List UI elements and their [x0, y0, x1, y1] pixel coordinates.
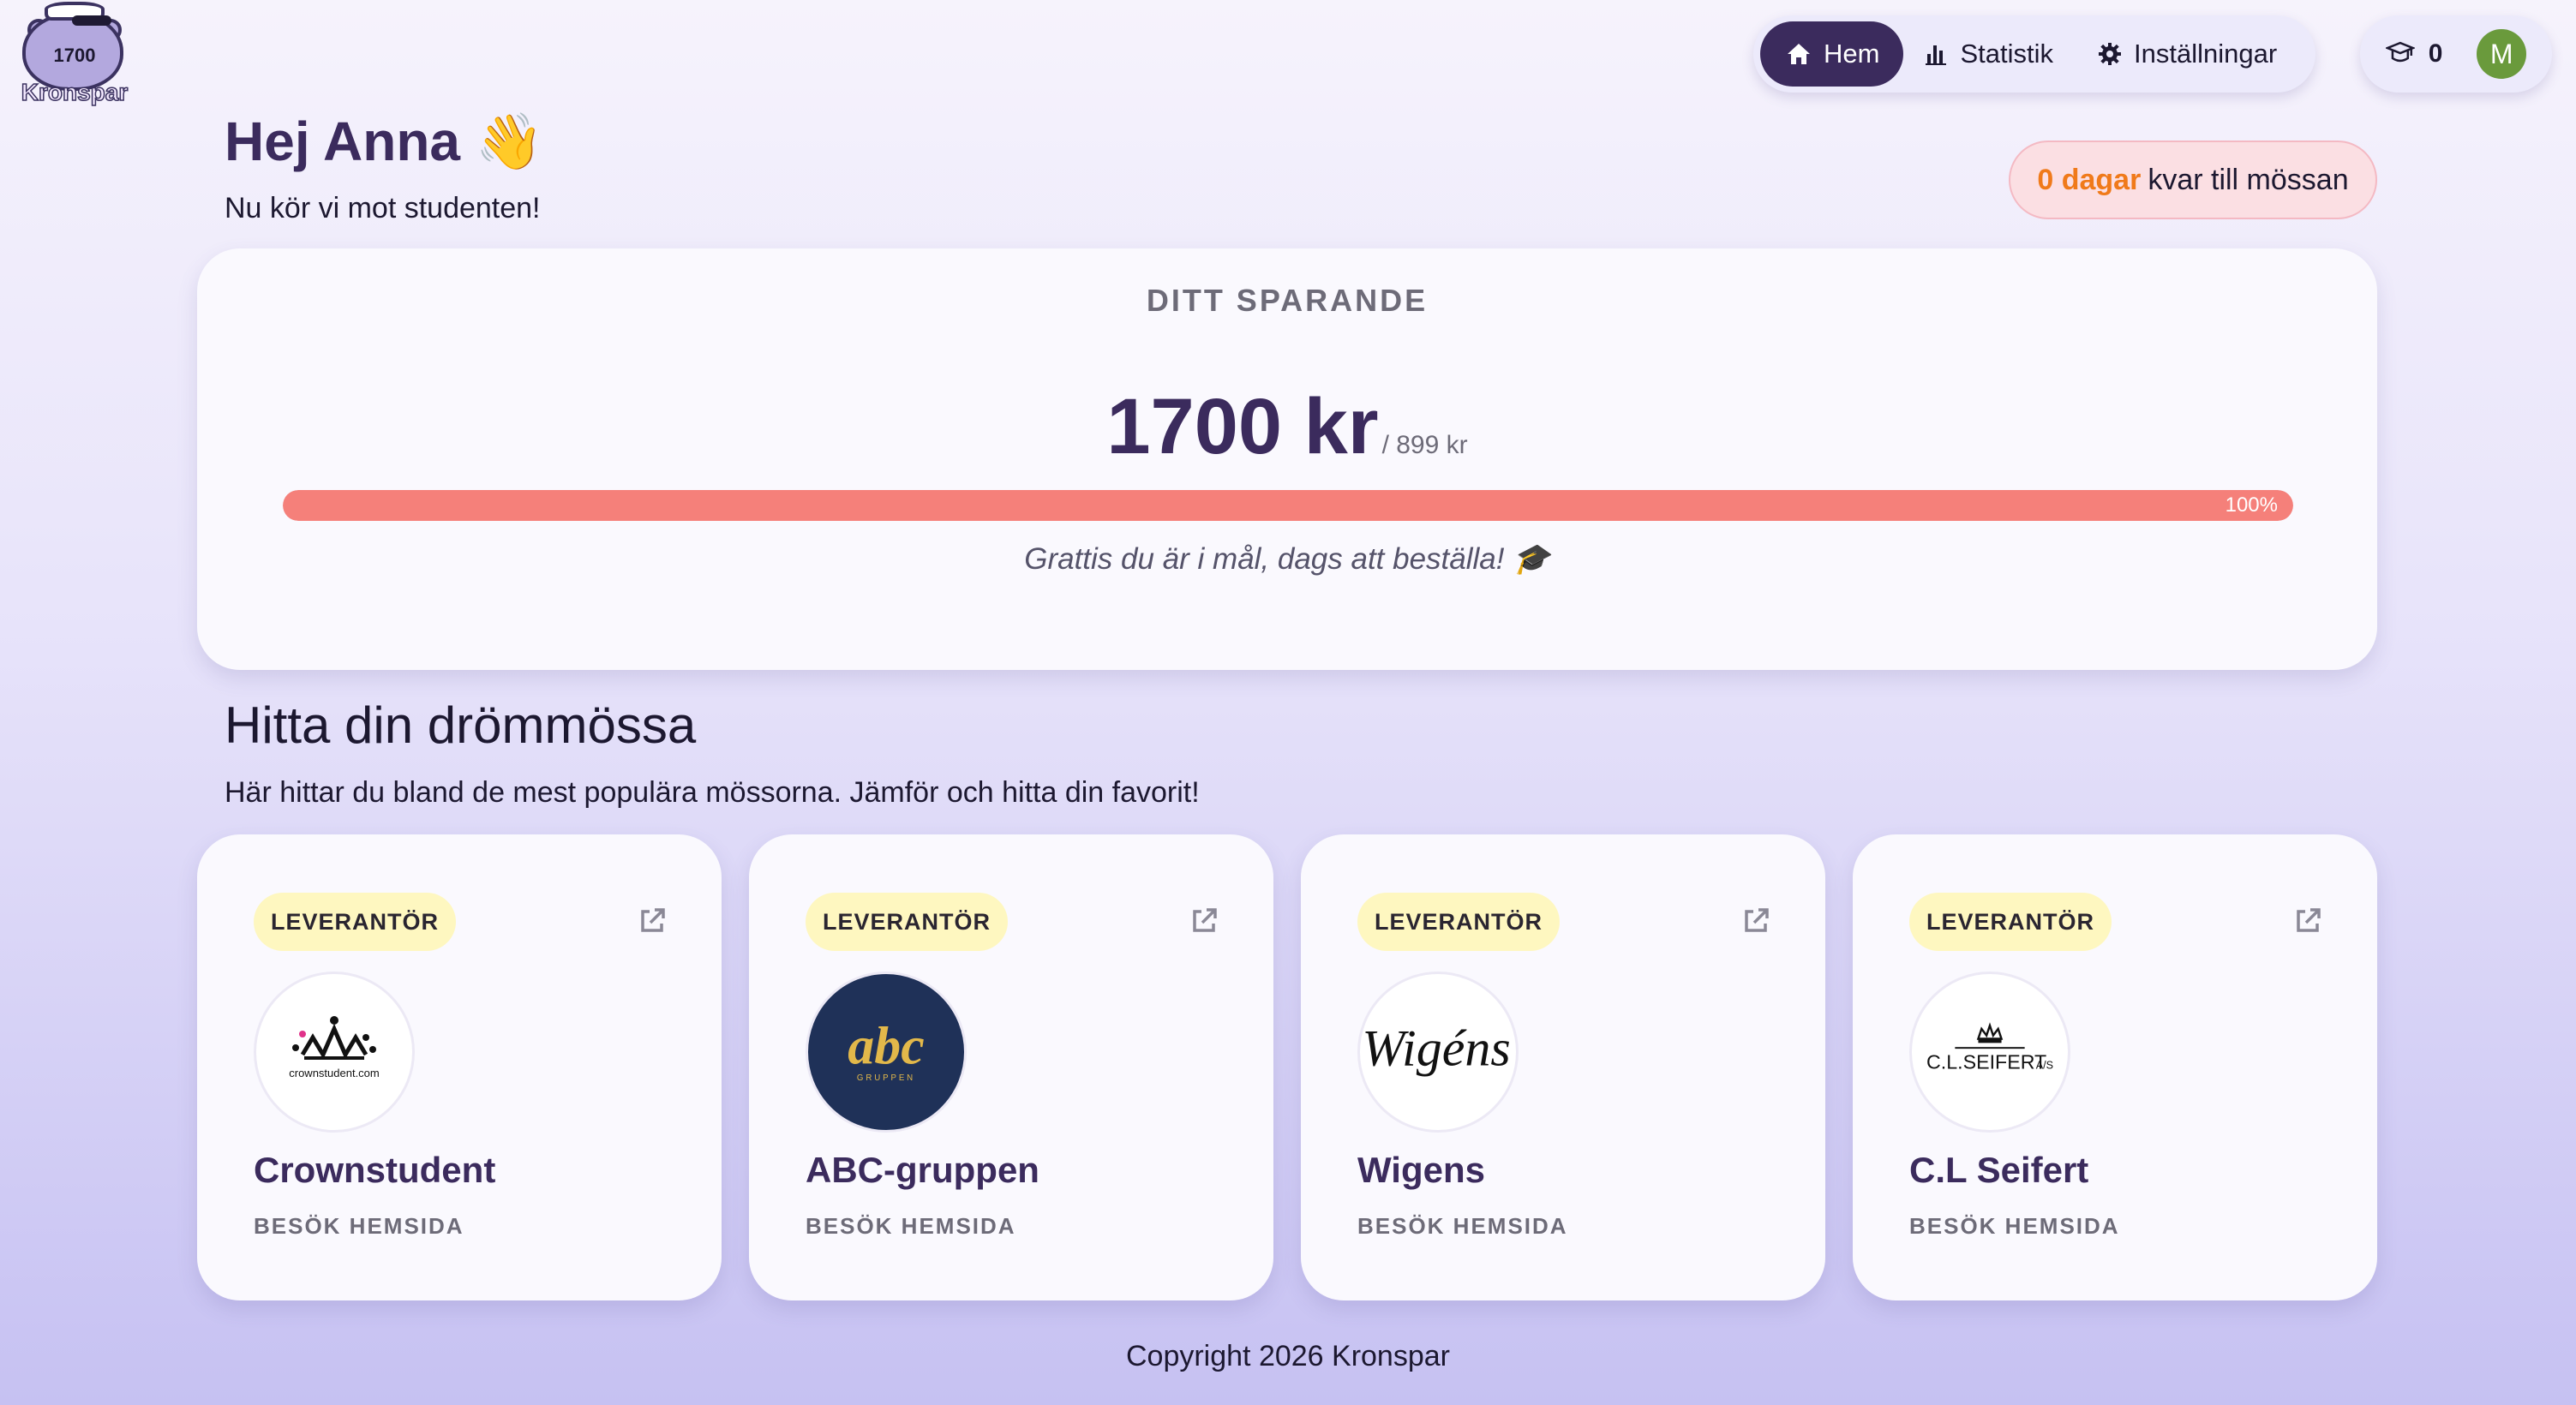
countdown-days: 0 dagar [2037, 163, 2142, 196]
savings-card: DITT SPARANDE 1700 kr / 899 kr 100% Grat… [197, 248, 2377, 670]
vendor-badge: LEVERANTÖR [254, 893, 457, 951]
visit-website-link[interactable]: BESÖK HEMSIDA [254, 1213, 464, 1240]
graduation-cap-icon [2386, 41, 2415, 63]
user-pill[interactable]: 0 M [2360, 15, 2552, 93]
vendor-card-wigens[interactable]: LEVERANTÖR Wigéns Wigens BESÖK HEMSIDA [1301, 834, 1825, 1300]
nav-item-installningar[interactable]: Inställningar [2076, 21, 2299, 87]
savings-message: Grattis du är i mål, dags att beställa! … [1024, 542, 1550, 576]
nav-label-installningar: Inställningar [2133, 39, 2278, 69]
vendor-card-crownstudent[interactable]: LEVERANTÖR crownstudent.com Crownstudent… [197, 834, 722, 1300]
main-nav: Hem Statistik Inställningar [1753, 15, 2315, 93]
vendor-badge: LEVERANTÖR [806, 893, 1009, 951]
crownstudent-logo-text: crownstudent.com [289, 1067, 380, 1079]
savings-progress-bar: 100% [283, 490, 2293, 521]
progress-label: 100% [2225, 493, 2278, 517]
avatar[interactable]: M [2477, 29, 2526, 79]
vendor-card-abc-gruppen[interactable]: LEVERANTÖR abc GRUPPEN ABC-gruppen BESÖK… [749, 834, 1273, 1300]
gear-icon [2098, 43, 2121, 65]
vendor-badge: LEVERANTÖR [1909, 893, 2112, 951]
wigens-logo-text: Wigéns [1362, 1019, 1510, 1076]
external-link-icon[interactable] [1189, 906, 1219, 936]
wigens-logo: Wigéns [1357, 972, 1519, 1133]
bar-chart-icon [1926, 45, 1947, 65]
greeting-subtitle: Nu kör vi mot studenten! [225, 192, 541, 224]
savings-amount-row: 1700 kr / 899 kr [197, 382, 2377, 472]
countdown-badge: 0 dagar kvar till mössan [2009, 140, 2377, 219]
cap-count: 0 [2428, 39, 2443, 68]
nav-item-hem[interactable]: Hem [1760, 21, 1904, 87]
external-link-icon[interactable] [1741, 906, 1770, 936]
vendor-name: Wigens [1357, 1150, 1485, 1190]
crownstudent-logo: crownstudent.com [254, 972, 415, 1133]
crown-logo-icon: crownstudent.com [289, 1016, 380, 1079]
visit-website-link[interactable]: BESÖK HEMSIDA [1357, 1213, 1568, 1240]
vendor-cards: LEVERANTÖR crownstudent.com Crownstudent… [197, 834, 2377, 1300]
external-link-icon[interactable] [638, 906, 667, 936]
savings-title: DITT SPARANDE [1146, 283, 1429, 318]
seifert-logo-suffix: A/S [2036, 1059, 2053, 1071]
visit-website-link[interactable]: BESÖK HEMSIDA [806, 1213, 1016, 1240]
savings-amount: 1700 kr [1106, 383, 1379, 470]
nav-item-statistik[interactable]: Statistik [1903, 21, 2076, 87]
vendor-name: Crownstudent [254, 1150, 496, 1190]
nav-label-statistik: Statistik [1960, 39, 2053, 69]
section-title: Hitta din drömmössa [225, 697, 697, 754]
cl-seifert-logo: C.L.SEIFERT A/S [1909, 972, 2070, 1133]
seifert-logo-icon: C.L.SEIFERT A/S [1926, 1022, 2053, 1073]
home-icon [1788, 44, 1810, 64]
vendor-card-cl-seifert[interactable]: LEVERANTÖR C.L.SEIFERT A/S C.L Seifert B… [1853, 834, 2377, 1300]
abc-gruppen-logo: abc GRUPPEN [806, 972, 967, 1133]
nav-label-hem: Hem [1824, 39, 1880, 69]
logo-amount: 1700 [53, 45, 96, 66]
vendor-name: ABC-gruppen [806, 1150, 1039, 1190]
abc-logo-sub: GRUPPEN [857, 1073, 915, 1083]
section-subtitle: Här hittar du bland de mest populära mös… [225, 776, 1200, 809]
kronspar-logo[interactable]: 1700 Kronspar [10, 0, 129, 110]
progress-fill: 100% [283, 490, 2293, 521]
seifert-logo-text: C.L.SEIFERT [1926, 1050, 2046, 1073]
external-link-icon[interactable] [2293, 906, 2322, 936]
visit-website-link[interactable]: BESÖK HEMSIDA [1909, 1213, 2120, 1240]
cap-visor [72, 15, 111, 26]
vendor-badge: LEVERANTÖR [1357, 893, 1561, 951]
logo-brand-text: Kronspar [21, 78, 129, 106]
savings-goal: / 899 kr [1381, 431, 1468, 459]
countdown-text: kvar till mössan [2148, 163, 2349, 196]
abc-logo-icon: abc GRUPPEN [848, 1018, 924, 1083]
vendor-name: C.L Seifert [1909, 1150, 2089, 1190]
greeting-title: Hej Anna 👋 [225, 111, 544, 172]
wigens-logo-icon: Wigéns [1362, 1019, 1510, 1076]
footer-copyright: Copyright 2026 Kronspar [1125, 1340, 1450, 1372]
abc-logo-text: abc [848, 1018, 924, 1076]
